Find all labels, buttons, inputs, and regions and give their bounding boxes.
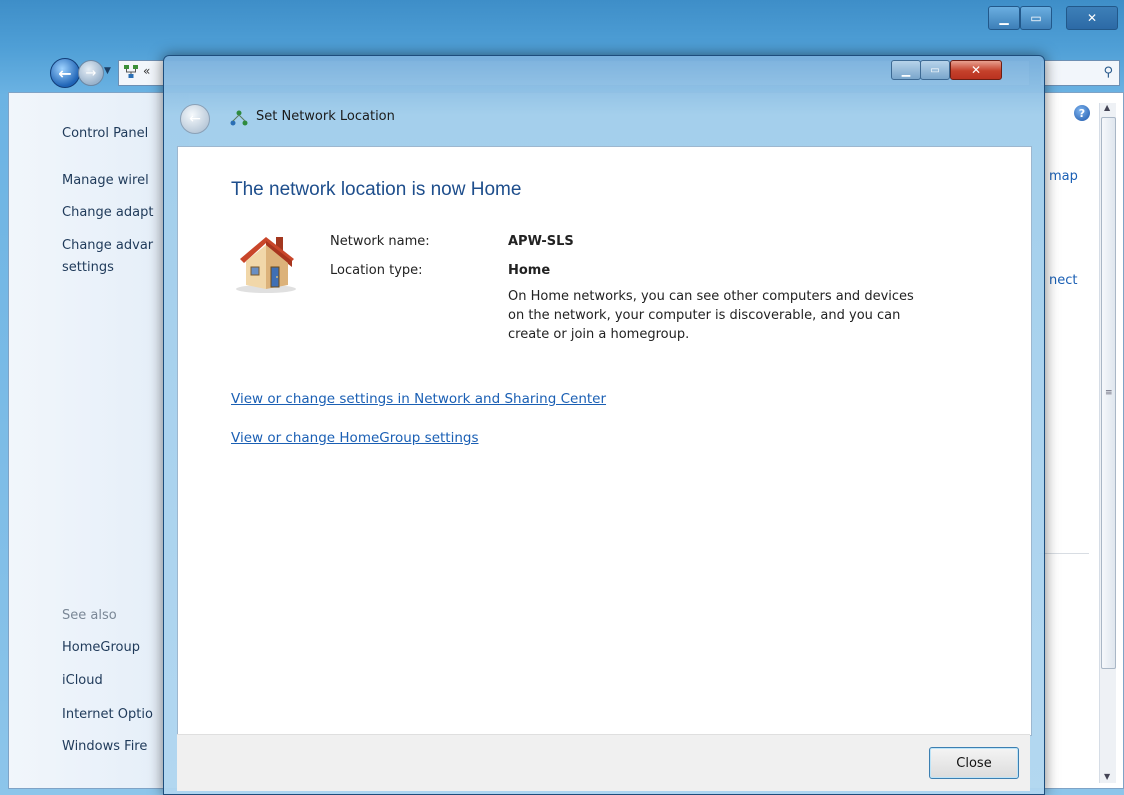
scroll-down-icon[interactable]: ▼ <box>1104 772 1110 781</box>
search-icon[interactable]: ⚲ <box>1103 65 1113 80</box>
see-also-homegroup[interactable]: HomeGroup <box>62 640 140 655</box>
location-type-label: Location type: <box>330 263 423 278</box>
change-advanced-link[interactable]: Change advar <box>62 238 153 253</box>
maximize-icon: ▭ <box>930 64 940 76</box>
dialog-maximize-button[interactable]: ▭ <box>920 60 950 80</box>
left-task-pane: Control Panel Manage wirel Change adapt … <box>9 93 189 788</box>
location-type-value: Home <box>508 263 551 278</box>
forward-button[interactable]: → <box>78 60 104 86</box>
see-also-internet-options[interactable]: Internet Optio <box>62 707 153 722</box>
divider <box>1039 553 1089 554</box>
home-icon <box>236 237 296 293</box>
see-full-map-link[interactable]: map <box>1049 169 1078 184</box>
back-arrow-icon: ← <box>189 111 201 127</box>
dialog-body: The network location is now Home Network… <box>177 146 1032 736</box>
scroll-thumb[interactable]: ≡ <box>1101 117 1116 669</box>
network-sharing-center-link[interactable]: View or change settings in Network and S… <box>231 391 606 407</box>
maximize-button[interactable]: ▭ <box>1020 6 1052 30</box>
minimize-button[interactable]: ▁ <box>988 6 1020 30</box>
see-also-icloud[interactable]: iCloud <box>62 673 103 688</box>
grip-icon: ≡ <box>1105 388 1113 398</box>
see-also-windows-firewall[interactable]: Windows Fire <box>62 739 147 754</box>
page-title: The network location is now Home <box>231 179 522 200</box>
location-description: On Home networks, you can see other comp… <box>508 289 914 342</box>
network-name-value: APW-SLS <box>508 234 574 249</box>
recent-pages-dropdown[interactable]: ▼ <box>104 66 111 76</box>
manage-wireless-link[interactable]: Manage wirel <box>62 173 149 188</box>
minimize-icon: ▁ <box>999 11 1009 25</box>
dialog-close-button[interactable]: ✕ <box>950 60 1002 80</box>
forward-arrow-icon: → <box>85 65 97 81</box>
set-network-location-dialog: ▁ ▭ ✕ ← Set Network Location The network… <box>163 55 1045 795</box>
help-icon[interactable]: ? <box>1074 105 1090 121</box>
dialog-title: Set Network Location <box>256 109 395 124</box>
control-panel-home-link[interactable]: Control Panel <box>62 126 148 141</box>
homegroup-settings-link[interactable]: View or change HomeGroup settings <box>231 430 479 446</box>
back-arrow-icon: ← <box>58 63 72 83</box>
maximize-icon: ▭ <box>1030 11 1042 25</box>
scroll-up-icon[interactable]: ▲ <box>1104 103 1110 112</box>
network-icon <box>124 65 138 78</box>
dialog-footer: Close <box>177 734 1030 791</box>
see-also-label: See also <box>62 608 117 623</box>
close-icon: ✕ <box>970 63 982 77</box>
network-name-label: Network name: <box>330 234 430 249</box>
search-input[interactable]: ⚲ <box>1040 60 1120 86</box>
dialog-back-button[interactable]: ← <box>180 104 210 134</box>
vertical-scrollbar[interactable]: ▲ ≡ ▼ <box>1099 103 1116 783</box>
close-button[interactable]: Close <box>929 747 1019 779</box>
change-advanced-link-line2[interactable]: settings <box>62 260 114 275</box>
connect-link[interactable]: nect <box>1049 273 1077 288</box>
breadcrumb[interactable]: « <box>143 64 150 78</box>
close-window-button[interactable]: ✕ <box>1066 6 1118 30</box>
network-icon <box>230 110 248 126</box>
dialog-minimize-button[interactable]: ▁ <box>891 60 921 80</box>
minimize-icon: ▁ <box>901 63 911 77</box>
back-button[interactable]: ← <box>50 58 80 88</box>
close-icon: ✕ <box>1086 11 1098 25</box>
change-adapter-link[interactable]: Change adapt <box>62 205 153 220</box>
